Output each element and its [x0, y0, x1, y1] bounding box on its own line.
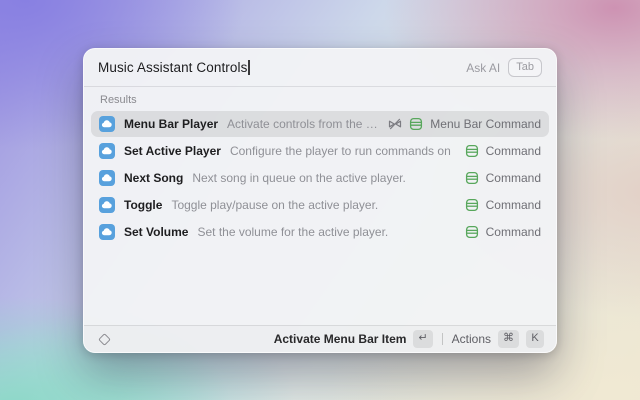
primary-action-label: Activate Menu Bar Item: [274, 332, 407, 346]
list-item-set-volume[interactable]: Set Volume Set the volume for the active…: [91, 219, 549, 245]
search-input[interactable]: Music Assistant Controls: [98, 60, 466, 75]
menu-bar-disabled-icon: [388, 117, 402, 131]
music-assistant-icon: [99, 170, 115, 186]
list-item-toggle[interactable]: Toggle Toggle play/pause on the active p…: [91, 192, 549, 218]
item-title: Next Song: [124, 171, 183, 185]
menu-bar-command-icon: [409, 117, 423, 131]
command-icon: [465, 144, 479, 158]
music-assistant-icon: [99, 224, 115, 240]
results-list: Menu Bar Player Activate controls from t…: [84, 111, 556, 325]
command-icon: [465, 171, 479, 185]
search-bar: Music Assistant Controls Ask AI Tab: [84, 49, 556, 87]
item-subtitle: Activate controls from the menubar: [227, 117, 379, 131]
command-type-label: Command: [486, 144, 541, 158]
command-type-label: Command: [486, 198, 541, 212]
command-type-label: Command: [486, 171, 541, 185]
primary-action-button[interactable]: Activate Menu Bar Item ↵: [274, 330, 433, 348]
item-title: Set Active Player: [124, 144, 221, 158]
results-section-label: Results: [84, 87, 556, 111]
tab-key-hint[interactable]: Tab: [508, 58, 542, 77]
item-title: Set Volume: [124, 225, 188, 239]
command-icon: [465, 198, 479, 212]
item-title: Menu Bar Player: [124, 117, 218, 131]
command-icon: [465, 225, 479, 239]
item-subtitle: Set the volume for the active player.: [197, 225, 388, 239]
command-type-label: Menu Bar Command: [430, 117, 541, 131]
item-subtitle: Next song in queue on the active player.: [192, 171, 405, 185]
footer-divider: [442, 333, 443, 345]
raycast-window: Music Assistant Controls Ask AI Tab Resu…: [83, 48, 557, 353]
item-subtitle: Toggle play/pause on the active player.: [171, 198, 378, 212]
text-caret: [248, 60, 250, 75]
actions-label: Actions: [452, 332, 491, 346]
music-assistant-icon: [99, 143, 115, 159]
music-assistant-icon: [99, 197, 115, 213]
item-title: Toggle: [124, 198, 162, 212]
k-key-icon: K: [526, 330, 544, 348]
list-item-set-active-player[interactable]: Set Active Player Configure the player t…: [91, 138, 549, 164]
actions-menu-button[interactable]: Actions ⌘ K: [452, 330, 544, 348]
ask-ai-label: Ask AI: [466, 61, 500, 75]
list-item-menu-bar-player[interactable]: Menu Bar Player Activate controls from t…: [91, 111, 549, 137]
item-subtitle: Configure the player to run commands on: [230, 144, 451, 158]
list-item-next-song[interactable]: Next Song Next song in queue on the acti…: [91, 165, 549, 191]
raycast-logo-icon: [98, 333, 111, 346]
command-key-icon: ⌘: [498, 330, 519, 348]
music-assistant-icon: [99, 116, 115, 132]
command-type-label: Command: [486, 225, 541, 239]
action-bar: Activate Menu Bar Item ↵ Actions ⌘ K: [84, 325, 556, 352]
return-key-icon: ↵: [413, 330, 432, 348]
search-query: Music Assistant Controls: [98, 60, 247, 75]
